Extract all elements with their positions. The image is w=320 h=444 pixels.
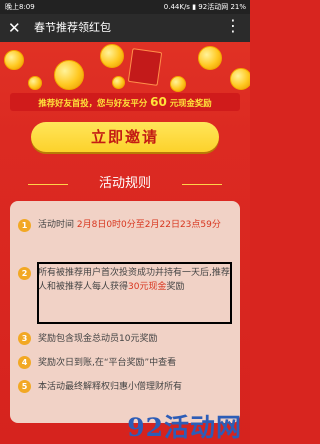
rule-number: 3 [18, 332, 31, 345]
highlight-box [37, 262, 232, 324]
coin-decoration [28, 76, 42, 90]
app-screen: 晚上8:09 0.44K/s ▮ 92活动网 21% ✕ 春节推荐领红包 ⋮ 推… [0, 0, 250, 444]
rule-item: 4 奖励次日到账,在“平台奖励”中查看 [10, 356, 240, 372]
rules-heading: 活动规则 [0, 174, 250, 194]
page-title: 春节推荐领红包 [34, 21, 111, 34]
rule-text-main: 活动时间 [38, 220, 77, 230]
reward-banner: 推荐好友首投，您与好友平分 60 元现金奖励 [10, 93, 240, 111]
rule-item: 1 活动时间 2月8日0时0分至2月22日23点59分 [10, 218, 240, 248]
rule-text: 奖励次日到账,在“平台奖励”中查看 [38, 358, 177, 368]
watermark-text: 92活动网 [127, 413, 242, 442]
coin-decoration [198, 46, 222, 70]
rule-text-highlight: 2月8日0时0分至2月22日23点59分 [76, 220, 221, 230]
rule-number: 5 [18, 380, 31, 393]
rule-text: 奖励包含现金总动员10元奖励 [38, 334, 158, 344]
title-bar: ✕ 春节推荐领红包 ⋮ [0, 14, 250, 42]
close-icon[interactable]: ✕ [8, 18, 21, 38]
rule-number: 2 [18, 267, 31, 280]
more-icon[interactable]: ⋮ [225, 16, 241, 36]
network-speed: 0.44K/s [163, 3, 190, 11]
status-bar: 晚上8:09 0.44K/s ▮ 92活动网 21% [0, 0, 250, 14]
divider [182, 184, 222, 185]
reward-banner-prefix: 推荐好友首投，您与好友平分 [38, 98, 148, 108]
coin-decoration [100, 44, 124, 68]
red-envelope-decoration [127, 48, 163, 86]
coin-decoration [112, 76, 125, 89]
rule-number: 1 [18, 219, 31, 232]
coin-decoration [230, 68, 250, 90]
coin-decoration [170, 76, 186, 92]
invite-button[interactable]: 立即邀请 [31, 122, 219, 152]
reward-banner-suffix: 元现金奖励 [169, 98, 212, 108]
status-time: 晚上8:09 [5, 3, 35, 11]
rule-item: 5 本活动最终解释权归惠小僧理财所有 [10, 380, 240, 396]
rule-text: 本活动最终解释权归惠小僧理财所有 [38, 382, 183, 392]
watermark: 92活动网 [0, 406, 250, 444]
battery-level: 21% [230, 3, 246, 11]
rule-item: 3 奖励包含现金总动员10元奖励 [10, 332, 240, 348]
status-right: 0.44K/s ▮ 92活动网 21% [164, 0, 246, 14]
rule-number: 4 [18, 356, 31, 369]
coin-decoration [54, 60, 84, 90]
reward-banner-amount: 60 [150, 95, 167, 109]
signal-icon: ▮ [192, 3, 197, 11]
rule-text: 活动时间 2月8日0时0分至2月22日23点59分 [38, 218, 234, 232]
carrier-label: 92活动网 [198, 3, 229, 11]
coin-decoration [4, 50, 24, 70]
